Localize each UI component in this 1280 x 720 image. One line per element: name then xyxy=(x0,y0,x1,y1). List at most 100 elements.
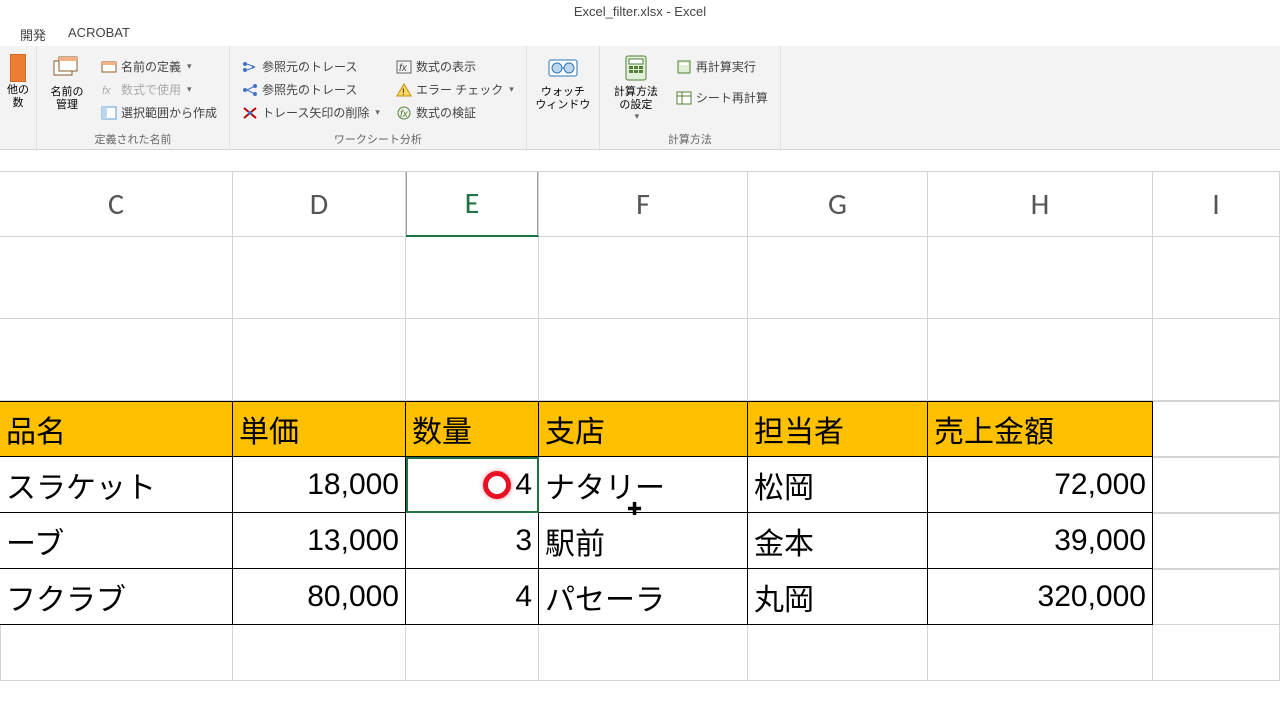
cell-product[interactable]: フクラブ xyxy=(0,569,233,625)
cell[interactable] xyxy=(928,625,1153,681)
cell-product[interactable]: スラケット xyxy=(0,457,233,513)
cell[interactable] xyxy=(0,319,233,401)
group-defined-names-label: 定義された名前 xyxy=(45,129,221,147)
header-product[interactable]: 品名 xyxy=(0,401,233,457)
ribbon-group-calculation: 計算方法 の設定 再計算実行 シート再計算 計算方法 xyxy=(600,46,781,149)
trace-dependents-icon xyxy=(242,82,258,98)
cell-quantity-active[interactable]: 4 xyxy=(406,457,539,513)
table-row: フクラブ 80,000 4 パセーラ 丸岡 320,000 xyxy=(0,569,1280,625)
evaluate-formula-button[interactable]: fx 数式の検証 xyxy=(392,102,518,123)
cell[interactable] xyxy=(539,319,748,401)
column-header-g[interactable]: G xyxy=(748,172,928,237)
cell-branch[interactable]: ナタリー xyxy=(539,457,748,513)
cell-unit-price[interactable]: 13,000 xyxy=(233,513,406,569)
watch-window-button[interactable]: ウォッチ ウィンドウ xyxy=(535,50,591,133)
trace-precedents-icon xyxy=(242,59,258,75)
ribbon: 他の 数 名前の 管理 名前の定義 fx 数式で使用 xyxy=(0,46,1280,150)
cell-sales[interactable]: 320,000 xyxy=(928,569,1153,625)
cell[interactable] xyxy=(539,625,748,681)
formula-bar-area[interactable] xyxy=(0,150,1280,172)
group-formula-auditing-label: ワークシート分析 xyxy=(238,129,518,147)
window-title: Excel_filter.xlsx - Excel xyxy=(0,0,1280,21)
table-row: スラケット 18,000 4 ナタリー 松岡 72,000 xyxy=(0,457,1280,513)
cell-quantity[interactable]: 4 xyxy=(406,569,539,625)
more-functions-button[interactable]: 他の 数 xyxy=(8,50,28,133)
table-row: ーブ 13,000 3 駅前 金本 39,000 xyxy=(0,513,1280,569)
name-manager-icon xyxy=(51,52,83,84)
table-header-row: 品名 単価 数量 支店 担当者 売上金額 xyxy=(0,401,1280,457)
define-name-button[interactable]: 名前の定義 xyxy=(97,56,221,77)
cell[interactable] xyxy=(406,319,539,401)
cell[interactable] xyxy=(406,625,539,681)
trace-dependents-button[interactable]: 参照先のトレース xyxy=(238,79,384,100)
cell-person[interactable]: 丸岡 xyxy=(748,569,928,625)
header-sales[interactable]: 売上金額 xyxy=(928,401,1153,457)
tab-acrobat[interactable]: ACROBAT xyxy=(66,23,132,46)
tab-developer[interactable]: 開発 xyxy=(18,23,48,46)
column-header-e[interactable]: E xyxy=(406,172,539,237)
remove-arrows-label: トレース矢印の削除 xyxy=(262,104,369,121)
calculate-now-button[interactable]: 再計算実行 xyxy=(672,56,772,77)
use-in-formula-button[interactable]: fx 数式で使用 xyxy=(97,79,221,100)
remove-arrows-button[interactable]: トレース矢印の削除 xyxy=(238,102,384,123)
cell[interactable] xyxy=(1153,625,1280,681)
cell[interactable] xyxy=(0,237,233,319)
column-header-f[interactable]: F xyxy=(539,172,748,237)
grid-row xyxy=(0,319,1280,401)
cell-product[interactable]: ーブ xyxy=(0,513,233,569)
header-quantity[interactable]: 数量 xyxy=(406,401,539,457)
cell[interactable] xyxy=(0,625,233,681)
group-functions-label xyxy=(8,133,28,147)
spreadsheet-grid[interactable]: C D E F G H I 品名 単価 xyxy=(0,172,1280,681)
calculate-sheet-icon xyxy=(676,90,692,106)
use-in-formula-icon: fx xyxy=(101,82,117,98)
cell[interactable] xyxy=(748,319,928,401)
cell[interactable] xyxy=(1153,237,1280,319)
cell[interactable] xyxy=(406,237,539,319)
cell-sales[interactable]: 39,000 xyxy=(928,513,1153,569)
cell-branch[interactable]: パセーラ xyxy=(539,569,748,625)
cell[interactable] xyxy=(1153,401,1280,457)
cell[interactable] xyxy=(748,625,928,681)
cell[interactable] xyxy=(233,319,406,401)
cell-sales[interactable]: 72,000 xyxy=(928,457,1153,513)
cell-branch[interactable]: 駅前 xyxy=(539,513,748,569)
create-from-selection-label: 選択範囲から作成 xyxy=(121,104,217,121)
svg-text:fx: fx xyxy=(400,109,409,120)
cell-unit-price[interactable]: 80,000 xyxy=(233,569,406,625)
cell[interactable] xyxy=(928,319,1153,401)
cell-person[interactable]: 金本 xyxy=(748,513,928,569)
header-branch[interactable]: 支店 xyxy=(539,401,748,457)
header-person[interactable]: 担当者 xyxy=(748,401,928,457)
calculation-options-icon xyxy=(620,52,652,84)
svg-text:fx: fx xyxy=(399,63,408,74)
calculate-sheet-button[interactable]: シート再計算 xyxy=(672,87,772,108)
cell[interactable] xyxy=(539,237,748,319)
cell[interactable] xyxy=(233,625,406,681)
cell[interactable] xyxy=(233,237,406,319)
ribbon-group-defined-names: 名前の 管理 名前の定義 fx 数式で使用 選択範囲から作成 定義された名前 xyxy=(37,46,230,149)
cell-person[interactable]: 松岡 xyxy=(748,457,928,513)
error-checking-icon: ! xyxy=(396,82,412,98)
error-checking-button[interactable]: ! エラー チェック xyxy=(392,79,518,100)
name-manager-button[interactable]: 名前の 管理 xyxy=(45,50,89,129)
column-header-h[interactable]: H xyxy=(928,172,1153,237)
trace-precedents-button[interactable]: 参照元のトレース xyxy=(238,56,384,77)
cell[interactable] xyxy=(1153,319,1280,401)
cell[interactable] xyxy=(1153,457,1280,513)
cell-unit-price[interactable]: 18,000 xyxy=(233,457,406,513)
cell[interactable] xyxy=(748,237,928,319)
cell[interactable] xyxy=(928,237,1153,319)
show-formulas-button[interactable]: fx 数式の表示 xyxy=(392,56,518,77)
calculation-options-button[interactable]: 計算方法 の設定 xyxy=(608,50,664,129)
column-header-i[interactable]: I xyxy=(1153,172,1280,237)
column-header-c[interactable]: C xyxy=(0,172,233,237)
cell[interactable] xyxy=(1153,569,1280,625)
cell-quantity[interactable]: 3 xyxy=(406,513,539,569)
create-from-selection-button[interactable]: 選択範囲から作成 xyxy=(97,102,221,123)
header-unit-price[interactable]: 単価 xyxy=(233,401,406,457)
column-header-d[interactable]: D xyxy=(233,172,406,237)
define-name-icon xyxy=(101,59,117,75)
cell[interactable] xyxy=(1153,513,1280,569)
group-calculation-label: 計算方法 xyxy=(608,129,772,147)
